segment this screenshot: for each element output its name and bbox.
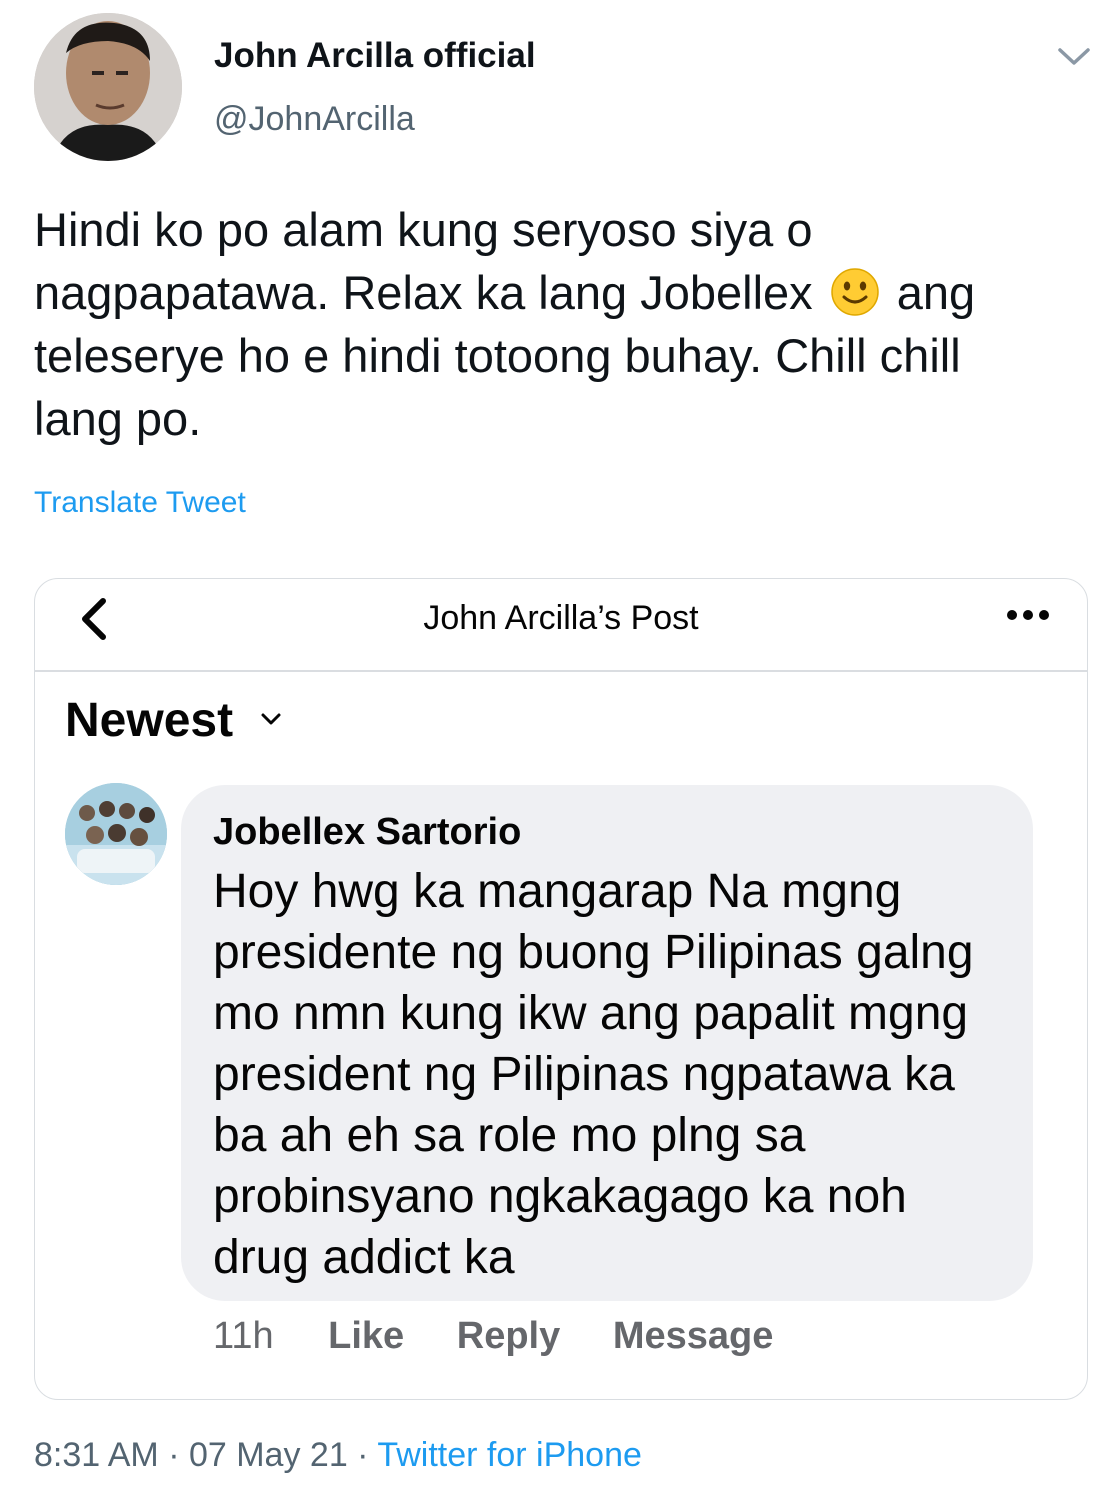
translate-tweet-link[interactable]: Translate Tweet <box>34 486 246 520</box>
author-handle[interactable]: @JohnArcilla <box>214 100 415 139</box>
tweet-date[interactable]: 07 May 21 <box>189 1436 348 1474</box>
author-display-name[interactable]: John Arcilla official <box>214 36 536 76</box>
tweet-source-link[interactable]: Twitter for iPhone <box>377 1436 642 1474</box>
message-button[interactable]: Message <box>613 1315 774 1358</box>
commenter-avatar[interactable] <box>65 783 167 885</box>
commenter-avatar-photo <box>65 783 167 885</box>
embedded-post-header: John Arcilla’s Post <box>35 579 1087 672</box>
commenter-name[interactable]: Jobellex Sartorio <box>213 811 521 854</box>
tweet-text: Hindi ko po alam kung seryoso siya o nag… <box>34 198 1044 450</box>
comment-actions: 11h Like Reply Message <box>213 1315 815 1363</box>
separator: · <box>347 1436 378 1474</box>
comment-sort-dropdown[interactable]: Newest <box>65 693 282 753</box>
embedded-post-screenshot: John Arcilla’s Post Newest Jobellex Sart… <box>34 578 1088 1400</box>
embedded-post-title: John Arcilla’s Post <box>423 599 699 637</box>
like-button[interactable]: Like <box>328 1315 404 1358</box>
smiling-face-emoji-icon <box>830 267 880 317</box>
comment-age[interactable]: 11h <box>213 1315 274 1358</box>
author-avatar[interactable] <box>34 13 182 161</box>
tweet-metadata: 8:31 AM · 07 May 21 · Twitter for iPhone <box>34 1436 642 1475</box>
comment-text: Hoy hwg ka mangarap Na mgng presidente n… <box>213 865 974 1284</box>
tweet-time[interactable]: 8:31 AM <box>34 1436 159 1474</box>
chevron-down-icon[interactable] <box>1054 38 1094 72</box>
chevron-down-icon <box>260 712 282 726</box>
sort-label: Newest <box>65 694 234 747</box>
author-avatar-photo <box>34 13 182 161</box>
tweet-text-part-1: Hindi ko po alam kung seryoso siya o nag… <box>34 203 813 319</box>
more-options-icon[interactable] <box>1005 605 1051 625</box>
tweet: John Arcilla official @JohnArcilla Hindi… <box>0 0 1120 1492</box>
comment-bubble: Jobellex Sartorio Hoy hwg ka mangarap Na… <box>181 785 1033 1301</box>
reply-button[interactable]: Reply <box>457 1315 560 1358</box>
separator: · <box>158 1436 189 1474</box>
